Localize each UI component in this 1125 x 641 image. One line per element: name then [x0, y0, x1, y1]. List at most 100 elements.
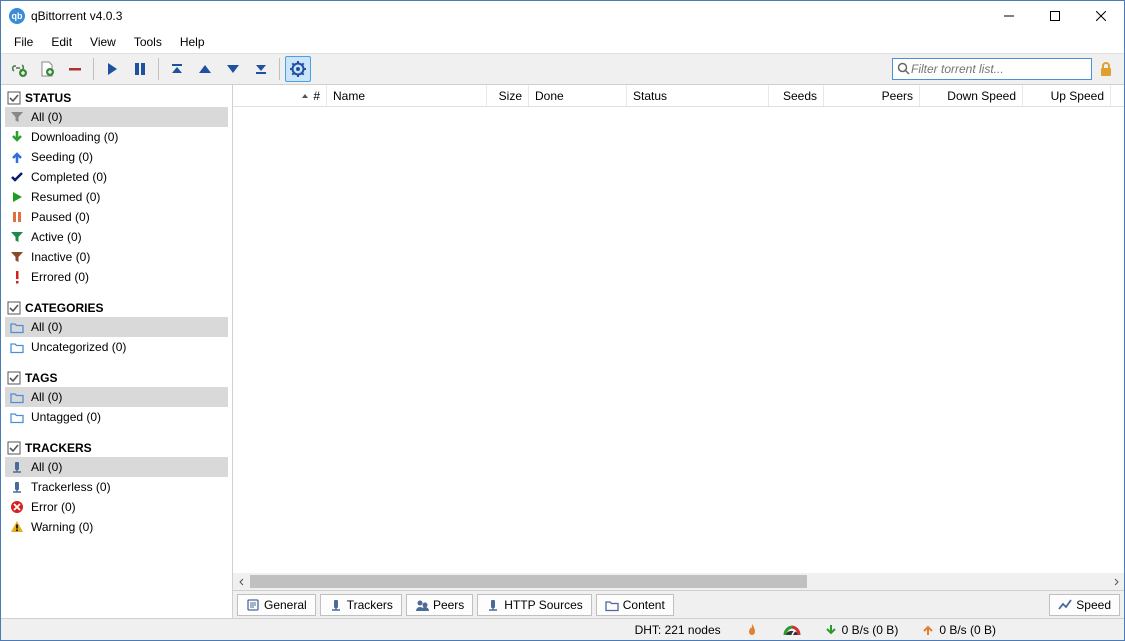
filter-status-2[interactable]: Seeding (0) [5, 147, 228, 167]
toolbar-separator [158, 58, 159, 80]
filter-status-0[interactable]: All (0) [5, 107, 228, 127]
search-icon [897, 62, 911, 76]
menu-file[interactable]: File [5, 33, 42, 51]
filter-categories-1[interactable]: Uncategorized (0) [5, 337, 228, 357]
tab-label: Peers [433, 598, 464, 612]
scroll-right-button[interactable] [1107, 573, 1124, 590]
tab-content[interactable]: Content [596, 594, 674, 616]
arrow-up-icon [9, 149, 25, 165]
arrow-down-icon [825, 624, 837, 636]
column-size[interactable]: Size [487, 85, 529, 106]
column-status[interactable]: Status [627, 85, 769, 106]
filter-trackers-2[interactable]: Error (0) [5, 497, 228, 517]
scroll-left-button[interactable] [233, 573, 250, 590]
filter-status-6[interactable]: Active (0) [5, 227, 228, 247]
filter-status-5[interactable]: Paused (0) [5, 207, 228, 227]
pause-button[interactable] [127, 56, 153, 82]
tab-label: HTTP Sources [504, 598, 582, 612]
menu-edit[interactable]: Edit [42, 33, 81, 51]
remove-button[interactable] [62, 56, 88, 82]
pause-icon [9, 209, 25, 225]
menu-view[interactable]: View [81, 33, 125, 51]
top-icon [169, 61, 185, 77]
download-speed[interactable]: 0 B/s (0 B) [825, 623, 899, 637]
filter-status-8[interactable]: Errored (0) [5, 267, 228, 287]
scroll-track[interactable] [250, 573, 1107, 590]
filter-tags-1[interactable]: Untagged (0) [5, 407, 228, 427]
move-top-button[interactable] [164, 56, 190, 82]
minimize-button[interactable] [986, 1, 1032, 31]
folder-icon [9, 339, 25, 355]
tab-peers[interactable]: Peers [406, 594, 473, 616]
column-#[interactable]: # [233, 85, 327, 106]
column-down speed[interactable]: Down Speed [920, 85, 1023, 106]
down-icon [225, 61, 241, 77]
column-label: Peers [882, 89, 913, 103]
lock-icon [1098, 61, 1114, 77]
error-icon [9, 499, 25, 515]
play-icon [104, 61, 120, 77]
tab-label: Trackers [347, 598, 393, 612]
check-icon [9, 169, 25, 185]
column-seeds[interactable]: Seeds [769, 85, 824, 106]
filter-categories-0[interactable]: All (0) [5, 317, 228, 337]
filter-status-1[interactable]: Downloading (0) [5, 127, 228, 147]
column-name[interactable]: Name [327, 85, 487, 106]
column-up speed[interactable]: Up Speed [1023, 85, 1111, 106]
gear-icon [290, 61, 306, 77]
filter-trackers-1[interactable]: Trackerless (0) [5, 477, 228, 497]
move-down-button[interactable] [220, 56, 246, 82]
section-header-categories[interactable]: CATEGORIES [5, 299, 228, 317]
menu-tools[interactable]: Tools [125, 33, 171, 51]
menu-help[interactable]: Help [171, 33, 214, 51]
upload-speed[interactable]: 0 B/s (0 B) [922, 623, 996, 637]
filter-search[interactable] [892, 58, 1092, 80]
speed-limit-status[interactable] [783, 623, 801, 637]
filter-input[interactable] [911, 62, 1087, 76]
filter-label: Downloading (0) [31, 130, 118, 144]
up-icon [197, 61, 213, 77]
move-up-button[interactable] [192, 56, 218, 82]
filter-tags-0[interactable]: All (0) [5, 387, 228, 407]
dht-status[interactable]: DHT: 221 nodes [635, 623, 721, 637]
table-header: #NameSizeDoneStatus Seeds Peers Down Speed U… [233, 85, 1124, 107]
section-title: CATEGORIES [25, 301, 103, 315]
scroll-thumb[interactable] [250, 575, 807, 588]
horizontal-scrollbar[interactable] [233, 573, 1124, 590]
close-icon [1096, 11, 1106, 21]
filter-trackers-3[interactable]: Warning (0) [5, 517, 228, 537]
statusbar: DHT: 221 nodes 0 B/s (0 B) 0 B/s (0 B) [1, 618, 1124, 640]
maximize-button[interactable] [1032, 1, 1078, 31]
filter-trackers-0[interactable]: All (0) [5, 457, 228, 477]
folder-icon [9, 409, 25, 425]
chart-icon [1058, 598, 1072, 612]
chevron-right-icon [1112, 578, 1120, 586]
section-header-status[interactable]: STATUS [5, 89, 228, 107]
firewall-status[interactable] [745, 623, 759, 637]
pause-icon [132, 61, 148, 77]
filter-status-4[interactable]: Resumed (0) [5, 187, 228, 207]
upload-speed-label: 0 B/s (0 B) [939, 623, 996, 637]
section-header-tags[interactable]: TAGS [5, 369, 228, 387]
lock-button[interactable] [1098, 61, 1114, 77]
add-file-button[interactable] [34, 56, 60, 82]
column-done[interactable]: Done [529, 85, 627, 106]
section-header-trackers[interactable]: TRACKERS [5, 439, 228, 457]
preferences-button[interactable] [285, 56, 311, 82]
filter-label: Resumed (0) [31, 190, 100, 204]
tab-trackers[interactable]: Trackers [320, 594, 402, 616]
tab-http sources[interactable]: HTTP Sources [477, 594, 591, 616]
add-link-button[interactable] [6, 56, 32, 82]
close-button[interactable] [1078, 1, 1124, 31]
column-label: Down Speed [947, 89, 1016, 103]
filter-status-7[interactable]: Inactive (0) [5, 247, 228, 267]
column-peers[interactable]: Peers [824, 85, 920, 106]
move-bottom-button[interactable] [248, 56, 274, 82]
resume-button[interactable] [99, 56, 125, 82]
column-label: Seeds [783, 89, 817, 103]
tab-speed[interactable]: Speed [1049, 594, 1120, 616]
minus-icon [67, 61, 83, 77]
filter-label: Completed (0) [31, 170, 107, 184]
filter-status-3[interactable]: Completed (0) [5, 167, 228, 187]
tab-general[interactable]: General [237, 594, 316, 616]
